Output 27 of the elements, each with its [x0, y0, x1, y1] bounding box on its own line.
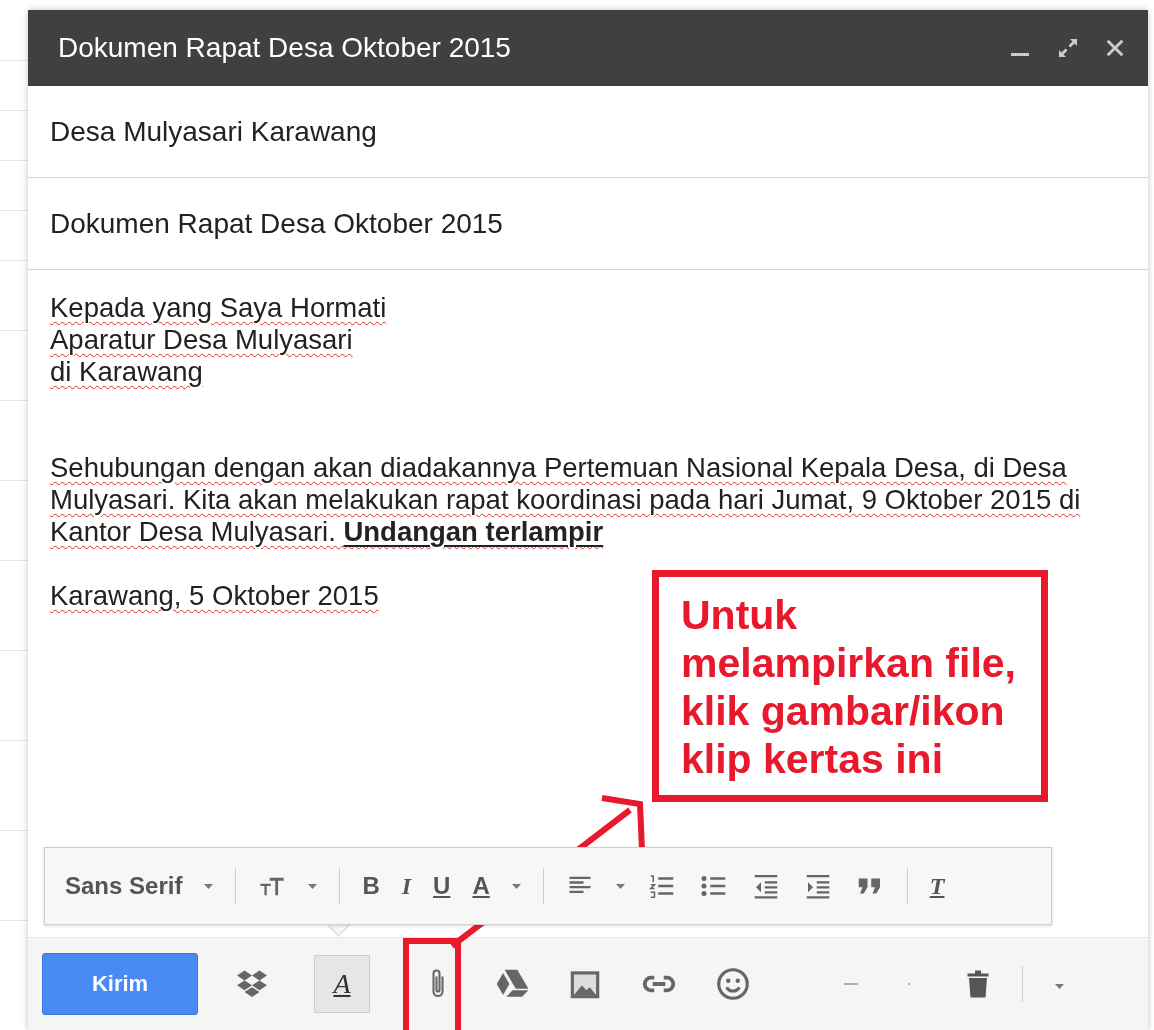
emoji-icon[interactable] [714, 965, 752, 1003]
recipient-field[interactable]: Desa Mulyasari Karawang [28, 86, 1148, 178]
font-dropdown[interactable]: Sans Serif [65, 872, 183, 900]
clear-formatting-button[interactable]: T [929, 872, 945, 900]
caret-icon[interactable] [1055, 984, 1064, 989]
annotation-text: klip kertas ini [681, 735, 945, 783]
expand-icon[interactable] [1056, 36, 1080, 60]
underline-button[interactable]: U [433, 872, 451, 900]
close-icon[interactable] [1104, 37, 1126, 59]
greeting-line: Aparatur Desa Mulyasari [50, 324, 353, 355]
closing-line: Karawang, 5 Oktober 2015 [50, 580, 379, 611]
caret-icon[interactable] [308, 883, 318, 889]
greeting-line: Kepada yang Saya Hormati [50, 292, 387, 323]
annotation-text: Untuk [681, 591, 799, 639]
greeting-line: di Karawang [50, 356, 203, 387]
italic-button[interactable]: I [401, 872, 412, 900]
body-paragraph: Sehubungan dengan akan diadakannya Pertemuan Nasional Kepala Desa, di Desa Mulyasari. Kita akan melakukan rapat koordinasi pada hari Jumat, 9 Oktober 2015 di Kantor Desa Mulyasari. Undangan terlampir [50, 452, 1082, 548]
annotation-text: melampirkan file, [681, 639, 1017, 687]
bold-button[interactable]: B [362, 872, 380, 900]
text-color-button[interactable]: A [472, 872, 490, 900]
caret-icon[interactable] [204, 883, 214, 889]
formatting-toggle[interactable]: A [314, 955, 370, 1013]
caret-icon[interactable] [615, 883, 625, 889]
annotation-text: klik gambar/ikon [681, 687, 1006, 735]
window-title: Dokumen Rapat Desa Oktober 2015 [58, 32, 512, 64]
subject-field[interactable]: Dokumen Rapat Desa Oktober 2015 [28, 178, 1148, 270]
caret-icon[interactable] [511, 883, 521, 889]
